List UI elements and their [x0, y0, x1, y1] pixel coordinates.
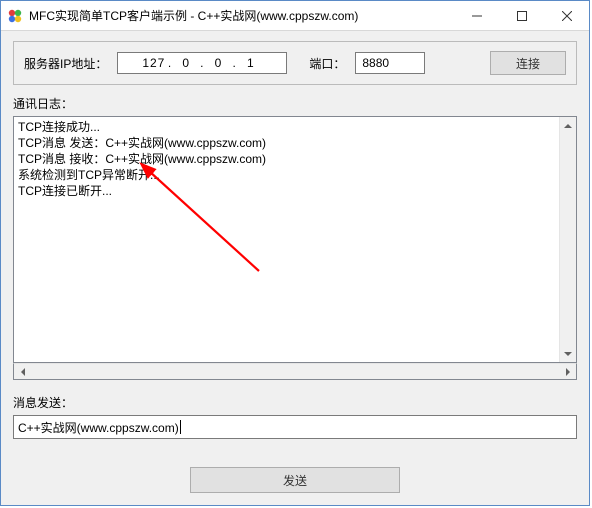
scroll-left-icon[interactable]: [14, 364, 31, 379]
titlebar: MFC实现简单TCP客户端示例 - C++实战网(www.cppszw.com): [1, 1, 589, 31]
window-controls: [454, 1, 589, 30]
maximize-button[interactable]: [499, 1, 544, 30]
minimize-button[interactable]: [454, 1, 499, 30]
text-caret-icon: [180, 420, 181, 434]
message-value: C++实战网(www.cppszw.com): [18, 419, 179, 436]
ip-input[interactable]: 127 . 0 . 0 . 1: [117, 52, 287, 74]
connect-button-label: 连接: [516, 55, 540, 72]
scroll-right-icon[interactable]: [559, 364, 576, 379]
vertical-scrollbar[interactable]: [559, 117, 576, 362]
server-ip-label: 服务器IP地址：: [24, 55, 107, 72]
scroll-up-icon[interactable]: [560, 117, 576, 134]
port-input[interactable]: 8880: [355, 52, 425, 74]
log-label: 通讯日志：: [13, 95, 577, 112]
ip-octet-0[interactable]: 127: [140, 56, 168, 70]
send-row: 发送: [13, 467, 577, 493]
log-textarea[interactable]: TCP连接成功... TCP消息 发送：C++实战网(www.cppszw.co…: [13, 116, 577, 363]
message-input[interactable]: C++实战网(www.cppszw.com): [13, 415, 577, 439]
ip-octet-2[interactable]: 0: [205, 56, 233, 70]
connect-button[interactable]: 连接: [490, 51, 566, 75]
connection-group: 服务器IP地址： 127 . 0 . 0 . 1 端口： 8880 连接: [13, 41, 577, 85]
horizontal-scrollbar[interactable]: [13, 363, 577, 380]
send-button[interactable]: 发送: [190, 467, 400, 493]
ip-octet-1[interactable]: 0: [172, 56, 200, 70]
port-value: 8880: [362, 56, 389, 70]
log-content: TCP连接成功... TCP消息 发送：C++实战网(www.cppszw.co…: [14, 117, 559, 362]
client-area: 服务器IP地址： 127 . 0 . 0 . 1 端口： 8880 连接 通讯日…: [1, 31, 589, 505]
port-label: 端口：: [309, 55, 345, 72]
app-icon: [7, 8, 23, 24]
ip-octet-3[interactable]: 1: [237, 56, 265, 70]
window-title: MFC实现简单TCP客户端示例 - C++实战网(www.cppszw.com): [29, 7, 454, 24]
scroll-down-icon[interactable]: [560, 345, 576, 362]
send-button-label: 发送: [283, 472, 307, 489]
app-window: MFC实现简单TCP客户端示例 - C++实战网(www.cppszw.com)…: [0, 0, 590, 506]
close-button[interactable]: [544, 1, 589, 30]
send-label: 消息发送：: [13, 394, 577, 411]
